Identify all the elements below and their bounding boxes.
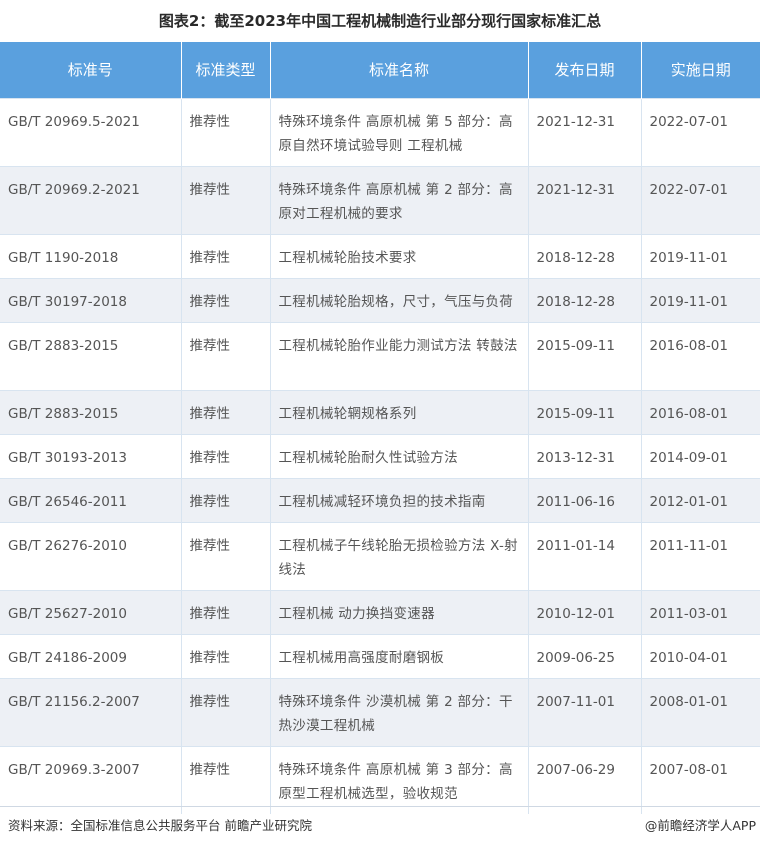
table-row: GB/T 21156.2-2007 推荐性 特殊环境条件 沙漠机械 第 2 部分… (0, 677, 760, 746)
cell-standard-name: 特殊环境条件 沙漠机械 第 2 部分：干热沙漠工程机械 (269, 677, 528, 746)
cell-standard-name: 工程机械轮胎作业能力测试方法 转鼓法 (269, 321, 528, 390)
header-standard-name: 标准名称 (269, 42, 528, 98)
cell-standard-type: 推荐性 (180, 521, 270, 590)
cell-standard-type: 推荐性 (180, 321, 270, 390)
table-row: GB/T 30197-2018 推荐性 工程机械轮胎规格，尺寸，气压与负荷 20… (0, 277, 760, 322)
cell-effective-date: 2016-08-01 (640, 389, 760, 434)
footer: 资料来源：全国标准信息公共服务平台 前瞻产业研究院 @前瞻经济学人APP (0, 806, 760, 843)
cell-effective-date: 2019-11-01 (640, 233, 760, 278)
cell-effective-date: 2022-07-01 (640, 165, 760, 234)
cell-standard-name: 工程机械轮胎规格，尺寸，气压与负荷 (269, 277, 528, 322)
cell-standard-id: GB/T 24186-2009 (0, 633, 181, 678)
cell-standard-type: 推荐性 (180, 677, 270, 746)
cell-effective-date: 2010-04-01 (640, 633, 760, 678)
cell-publish-date: 2007-06-29 (527, 745, 641, 814)
cell-standard-id: GB/T 1190-2018 (0, 233, 181, 278)
cell-standard-type: 推荐性 (180, 389, 270, 434)
cell-standard-id: GB/T 30197-2018 (0, 277, 181, 322)
cell-standard-name: 特殊环境条件 高原机械 第 5 部分：高原自然环境试验导则 工程机械 (269, 97, 528, 166)
source-note: 资料来源：全国标准信息公共服务平台 前瞻产业研究院 (8, 818, 312, 833)
cell-publish-date: 2010-12-01 (527, 589, 641, 634)
standards-table: 标准号 标准类型 标准名称 发布日期 实施日期 GB/T 20969.5-202… (0, 42, 760, 814)
cell-standard-id: GB/T 2883-2015 (0, 321, 181, 390)
cell-publish-date: 2011-06-16 (527, 477, 641, 522)
cell-standard-type: 推荐性 (180, 165, 270, 234)
table-row: GB/T 30193-2013 推荐性 工程机械轮胎耐久性试验方法 2013-1… (0, 433, 760, 478)
cell-standard-name: 工程机械轮胎技术要求 (269, 233, 528, 278)
brand-credit: @前瞻经济学人APP (644, 818, 756, 833)
cell-effective-date: 2011-03-01 (640, 589, 760, 634)
table-row: GB/T 24186-2009 推荐性 工程机械用高强度耐磨钢板 2009-06… (0, 633, 760, 678)
cell-standard-type: 推荐性 (180, 633, 270, 678)
table-row: GB/T 26276-2010 推荐性 工程机械子午线轮胎无损检验方法 X-射线… (0, 521, 760, 590)
cell-publish-date: 2015-09-11 (527, 389, 641, 434)
table-row: GB/T 2883-2015 推荐性 工程机械轮胎作业能力测试方法 转鼓法 20… (0, 321, 760, 390)
cell-standard-id: GB/T 30193-2013 (0, 433, 181, 478)
table-row: GB/T 26546-2011 推荐性 工程机械减轻环境负担的技术指南 2011… (0, 477, 760, 522)
table-row: GB/T 25627-2010 推荐性 工程机械 动力换挡变速器 2010-12… (0, 589, 760, 634)
cell-publish-date: 2011-01-14 (527, 521, 641, 590)
cell-standard-id: GB/T 20969.5-2021 (0, 97, 181, 166)
cell-publish-date: 2015-09-11 (527, 321, 641, 390)
table-header-row: 标准号 标准类型 标准名称 发布日期 实施日期 (0, 42, 760, 98)
header-effective-date: 实施日期 (640, 42, 760, 98)
cell-standard-id: GB/T 20969.3-2007 (0, 745, 181, 814)
cell-publish-date: 2018-12-28 (527, 277, 641, 322)
cell-standard-name: 工程机械用高强度耐磨钢板 (269, 633, 528, 678)
table-row: GB/T 20969.3-2007 推荐性 特殊环境条件 高原机械 第 3 部分… (0, 745, 760, 814)
page-title: 图表2：截至2023年中国工程机械制造行业部分现行国家标准汇总 (158, 12, 602, 30)
cell-standard-id: GB/T 2883-2015 (0, 389, 181, 434)
cell-standard-id: GB/T 26546-2011 (0, 477, 181, 522)
header-standard-type: 标准类型 (180, 42, 270, 98)
cell-publish-date: 2009-06-25 (527, 633, 641, 678)
cell-effective-date: 2007-08-01 (640, 745, 760, 814)
table-row: GB/T 2883-2015 推荐性 工程机械轮辋规格系列 2015-09-11… (0, 389, 760, 434)
cell-standard-type: 推荐性 (180, 277, 270, 322)
table-row: GB/T 1190-2018 推荐性 工程机械轮胎技术要求 2018-12-28… (0, 233, 760, 278)
cell-effective-date: 2012-01-01 (640, 477, 760, 522)
cell-standard-type: 推荐性 (180, 233, 270, 278)
cell-standard-name: 工程机械 动力换挡变速器 (269, 589, 528, 634)
cell-effective-date: 2016-08-01 (640, 321, 760, 390)
cell-standard-name: 工程机械子午线轮胎无损检验方法 X-射线法 (269, 521, 528, 590)
cell-effective-date: 2019-11-01 (640, 277, 760, 322)
cell-standard-id: GB/T 20969.2-2021 (0, 165, 181, 234)
header-publish-date: 发布日期 (527, 42, 641, 98)
cell-publish-date: 2021-12-31 (527, 97, 641, 166)
header-standard-id: 标准号 (0, 42, 181, 98)
cell-effective-date: 2011-11-01 (640, 521, 760, 590)
cell-publish-date: 2007-11-01 (527, 677, 641, 746)
cell-publish-date: 2021-12-31 (527, 165, 641, 234)
cell-standard-type: 推荐性 (180, 433, 270, 478)
cell-standard-id: GB/T 26276-2010 (0, 521, 181, 590)
cell-standard-type: 推荐性 (180, 477, 270, 522)
cell-standard-name: 工程机械轮辋规格系列 (269, 389, 528, 434)
cell-effective-date: 2014-09-01 (640, 433, 760, 478)
cell-publish-date: 2018-12-28 (527, 233, 641, 278)
cell-standard-name: 工程机械轮胎耐久性试验方法 (269, 433, 528, 478)
cell-standard-type: 推荐性 (180, 745, 270, 814)
cell-standard-name: 特殊环境条件 高原机械 第 3 部分：高原型工程机械选型，验收规范 (269, 745, 528, 814)
cell-standard-type: 推荐性 (180, 97, 270, 166)
cell-standard-id: GB/T 21156.2-2007 (0, 677, 181, 746)
cell-publish-date: 2013-12-31 (527, 433, 641, 478)
cell-standard-type: 推荐性 (180, 589, 270, 634)
table-row: GB/T 20969.2-2021 推荐性 特殊环境条件 高原机械 第 2 部分… (0, 165, 760, 234)
cell-standard-id: GB/T 25627-2010 (0, 589, 181, 634)
table-row: GB/T 20969.5-2021 推荐性 特殊环境条件 高原机械 第 5 部分… (0, 97, 760, 166)
cell-standard-name: 工程机械减轻环境负担的技术指南 (269, 477, 528, 522)
cell-effective-date: 2022-07-01 (640, 97, 760, 166)
cell-standard-name: 特殊环境条件 高原机械 第 2 部分：高原对工程机械的要求 (269, 165, 528, 234)
cell-effective-date: 2008-01-01 (640, 677, 760, 746)
